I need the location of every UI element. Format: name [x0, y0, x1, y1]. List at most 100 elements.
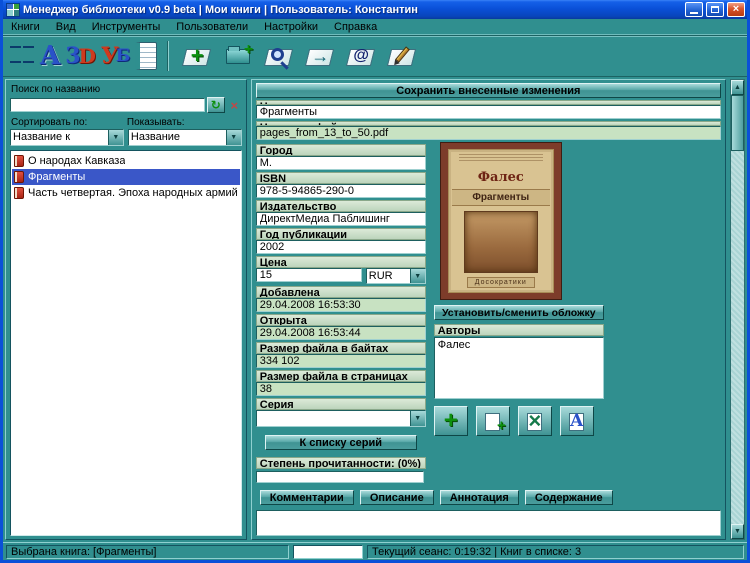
author-card-button[interactable]: A	[559, 406, 594, 436]
plus-icon: +	[190, 43, 204, 68]
book-list[interactable]: О народах Кавказа Фрагменты Часть четвер…	[10, 150, 242, 536]
close-button[interactable]: ×	[727, 2, 745, 17]
notes-textarea[interactable]	[255, 510, 721, 536]
added-label: Добавлена	[255, 286, 426, 298]
authors-list[interactable]: Фалес	[433, 337, 604, 399]
minimize-button[interactable]	[685, 2, 703, 17]
scrollbar-track[interactable]	[731, 95, 744, 524]
show-label: Показывать:	[126, 117, 185, 128]
app-window: Менеджер библиотеки v0.9 beta | Мои книг…	[0, 0, 750, 563]
threed-icon[interactable]: 3D	[65, 40, 96, 72]
book-list-item[interactable]: О народах Кавказа	[12, 153, 240, 169]
tab-description[interactable]: Описание	[359, 490, 434, 505]
cross-icon: ×	[528, 408, 542, 433]
menubar: Книги Вид Инструменты Пользователи Настр…	[3, 19, 747, 36]
tab-annotation[interactable]: Аннотация	[439, 490, 519, 505]
size-pages-field	[255, 382, 426, 396]
notebook-icon[interactable]	[135, 42, 158, 70]
add-folder-button[interactable]: +	[220, 40, 256, 72]
book-icon	[14, 187, 24, 199]
arrow-icon: →	[311, 46, 330, 66]
scroll-down-button[interactable]: ▼	[731, 524, 744, 539]
search-input[interactable]	[10, 98, 205, 112]
publisher-label: Издательство	[255, 200, 426, 212]
menu-books[interactable]: Книги	[3, 20, 48, 34]
email-button[interactable]: @	[343, 40, 379, 72]
library-grid-icon[interactable]	[9, 40, 35, 72]
city-label: Город	[255, 144, 426, 156]
change-cover-button[interactable]: Установить/сменить обложку	[433, 305, 604, 320]
currency-combobox[interactable]: RUR ▼	[365, 268, 426, 284]
series-list-button[interactable]: К списку серий	[264, 435, 417, 450]
title-input[interactable]	[255, 105, 721, 119]
cover-illustration	[463, 211, 538, 273]
reading-progress-bar	[255, 471, 424, 483]
add-author-from-list-button[interactable]: +	[475, 406, 510, 436]
chevron-down-icon[interactable]: ▼	[225, 130, 241, 145]
series-combobox[interactable]: ▼	[255, 410, 426, 427]
chevron-down-icon[interactable]: ▼	[107, 130, 123, 145]
tab-contents[interactable]: Содержание	[524, 490, 613, 505]
chevron-down-icon[interactable]: ▼	[409, 411, 425, 426]
combo-row: Название к ▼ Название ▼	[10, 129, 242, 146]
added-field	[255, 298, 426, 312]
menu-help[interactable]: Справка	[326, 20, 385, 34]
status-session-info: Текущий сеанс: 0:19:32 | Книг в списке: …	[367, 544, 744, 559]
show-combobox[interactable]: Название ▼	[127, 129, 242, 146]
add-author-button[interactable]: +	[433, 406, 468, 436]
save-changes-button[interactable]: Сохранить внесенные изменения	[255, 83, 721, 98]
chevron-down-icon[interactable]: ▼	[409, 269, 425, 283]
search-go-button[interactable]: ↻	[206, 97, 225, 113]
sort-label: Сортировать по:	[11, 117, 88, 128]
menu-view[interactable]: Вид	[48, 20, 84, 34]
vertical-scrollbar[interactable]: ▲ ▼	[730, 79, 745, 540]
book-list-item-selected[interactable]: Фрагменты	[12, 169, 240, 185]
titlebar[interactable]: Менеджер библиотеки v0.9 beta | Мои книг…	[3, 0, 747, 19]
maximize-button[interactable]	[706, 2, 724, 17]
status-selected-book: Выбрана книга: [Фрагменты]	[6, 544, 289, 559]
series-value	[257, 411, 410, 426]
letter-a-icon[interactable]: A	[40, 40, 60, 72]
refresh-icon: ↻	[210, 98, 221, 112]
minimize-icon	[690, 12, 698, 14]
year-label: Год публикации	[255, 228, 426, 240]
scrollbar-thumb[interactable]	[731, 95, 744, 151]
add-book-button[interactable]: +	[179, 40, 215, 72]
book-list-item[interactable]: Часть четвертая. Эпоха народных армий	[12, 185, 240, 201]
authors-label: Авторы	[433, 324, 604, 336]
size-bytes-label: Размер файла в байтах	[255, 342, 426, 354]
sidebar: Поиск по названию ↻ × Сортировать по: По…	[5, 79, 247, 540]
app-icon	[6, 2, 20, 17]
sort-row: Сортировать по: Показывать:	[10, 117, 242, 128]
scroll-up-button[interactable]: ▲	[731, 80, 744, 95]
menu-settings[interactable]: Настройки	[256, 20, 326, 34]
edit-button[interactable]	[384, 40, 420, 72]
search-row: ↻ ×	[10, 97, 242, 113]
city-input[interactable]	[255, 156, 426, 170]
book-form-panel: Сохранить внесенные изменения Название к…	[250, 79, 726, 540]
isbn-input[interactable]	[255, 184, 426, 198]
clear-search-button[interactable]: ×	[227, 99, 242, 112]
details-column: Город ISBN Издательство Год публикации Ц…	[255, 142, 426, 483]
plus-icon: +	[243, 41, 254, 58]
currency-value: RUR	[368, 270, 393, 282]
tab-comments[interactable]: Комментарии	[259, 490, 354, 505]
book-cover: Фалес Фрагменты Досократики	[439, 142, 562, 300]
search-label: Поиск по названию	[11, 84, 101, 95]
filename-field	[255, 126, 721, 140]
menu-users[interactable]: Пользователи	[168, 20, 256, 34]
cover-series-text: Досократики	[466, 277, 535, 288]
search-books-button[interactable]	[261, 40, 297, 72]
cover-column: Фалес Фрагменты Досократики Установить/с…	[433, 142, 612, 436]
export-button[interactable]: →	[302, 40, 338, 72]
year-input[interactable]	[255, 240, 426, 254]
publisher-input[interactable]	[255, 212, 426, 226]
book-title: О народах Кавказа	[28, 155, 126, 167]
ub-monogram-icon[interactable]: УБ	[101, 40, 130, 72]
author-item[interactable]: Фалес	[438, 339, 600, 353]
sort-combobox[interactable]: Название к ▼	[10, 129, 124, 146]
price-input[interactable]	[255, 268, 362, 282]
remove-author-button[interactable]: ×	[517, 406, 552, 436]
menu-tools[interactable]: Инструменты	[84, 20, 169, 34]
cover-imprint-decoration	[458, 154, 543, 163]
